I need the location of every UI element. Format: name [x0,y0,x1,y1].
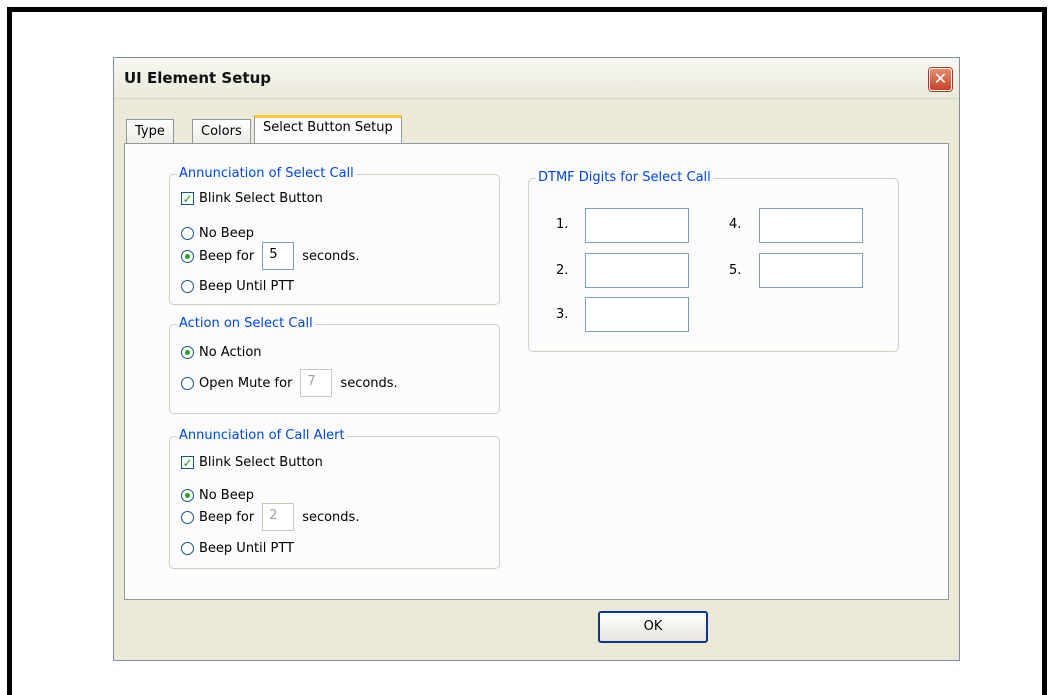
radio-label: Beep Until PTT [199,541,294,556]
title-bar: UI Element Setup ✕ [114,58,959,99]
dtmf-digit-label: 1. [556,217,569,232]
group-label: Annunciation of Select Call [177,166,356,181]
radio-label: Beep for [199,509,255,525]
blink-select-button-checkbox[interactable]: ✓ Blink Select Button [181,191,323,206]
radio-label: No Beep [199,226,254,241]
tab-colors[interactable]: Colors [192,119,251,143]
radio-selected-icon[interactable] [181,346,194,359]
group-annunciation-select-call: Annunciation of Select Call ✓ Blink Sele… [169,166,500,305]
group-action-select-call: Action on Select Call No Action Open Mut… [169,316,500,414]
group-label: DTMF Digits for Select Call [536,170,713,185]
tab-type[interactable]: Type [126,119,174,143]
beep-seconds-input[interactable]: 2 [262,503,295,531]
group-annunciation-call-alert: Annunciation of Call Alert ✓ Blink Selec… [169,428,500,569]
ok-button[interactable]: OK [598,611,708,643]
tab-select-button-setup[interactable]: Select Button Setup [254,115,402,143]
blink-select-button-checkbox[interactable]: ✓ Blink Select Button [181,455,323,470]
dtmf-digit-label: 5. [729,263,742,278]
tab-panel: Annunciation of Select Call ✓ Blink Sele… [124,143,949,600]
dtmf-digit-5-input[interactable] [759,253,863,288]
ui-element-setup-dialog: UI Element Setup ✕ Type Colors Select Bu… [113,57,960,661]
checkbox-checked-icon[interactable]: ✓ [181,192,194,205]
checkbox-label: Blink Select Button [199,455,323,470]
radio-beep-until-ptt[interactable]: Beep Until PTT [181,279,294,294]
radio-selected-icon[interactable] [181,249,194,263]
dtmf-digit-label: 4. [729,217,742,232]
dtmf-digit-label: 2. [556,263,569,278]
seconds-label: seconds. [302,509,360,525]
group-dtmf-digits: DTMF Digits for Select Call 1. 2. 3. 4. … [528,170,899,352]
radio-label: No Action [199,345,262,360]
dtmf-digit-label: 3. [556,307,569,322]
radio-label: No Beep [199,488,254,503]
dtmf-digit-2-input[interactable] [585,253,689,288]
radio-label: Beep for [199,248,255,264]
radio-open-mute[interactable]: Open Mute for 7 seconds. [181,369,398,397]
dtmf-digit-4-input[interactable] [759,208,863,243]
checkbox-label: Blink Select Button [199,191,323,206]
seconds-label: seconds. [340,375,398,391]
beep-seconds-input[interactable]: 5 [262,242,295,270]
group-label: Action on Select Call [177,316,315,331]
radio-icon[interactable] [181,227,194,240]
radio-no-beep[interactable]: No Beep [181,226,254,241]
radio-icon[interactable] [181,542,194,555]
radio-label: Open Mute for [199,375,293,391]
radio-beep-for[interactable]: Beep for 2 seconds. [181,503,359,531]
checkbox-checked-icon[interactable]: ✓ [181,456,194,469]
radio-beep-for[interactable]: Beep for 5 seconds. [181,242,359,270]
seconds-label: seconds. [302,248,360,264]
radio-selected-icon[interactable] [181,489,194,502]
dtmf-digit-3-input[interactable] [585,297,689,332]
radio-icon[interactable] [181,280,194,293]
dialog-title: UI Element Setup [124,69,271,87]
radio-no-beep[interactable]: No Beep [181,488,254,503]
radio-icon[interactable] [181,510,194,524]
open-mute-seconds-input[interactable]: 7 [300,369,333,397]
group-label: Annunciation of Call Alert [177,428,347,443]
close-icon[interactable]: ✕ [929,68,952,91]
radio-no-action[interactable]: No Action [181,345,262,360]
radio-icon[interactable] [181,376,194,390]
radio-beep-until-ptt[interactable]: Beep Until PTT [181,541,294,556]
dtmf-digit-1-input[interactable] [585,208,689,243]
radio-label: Beep Until PTT [199,279,294,294]
